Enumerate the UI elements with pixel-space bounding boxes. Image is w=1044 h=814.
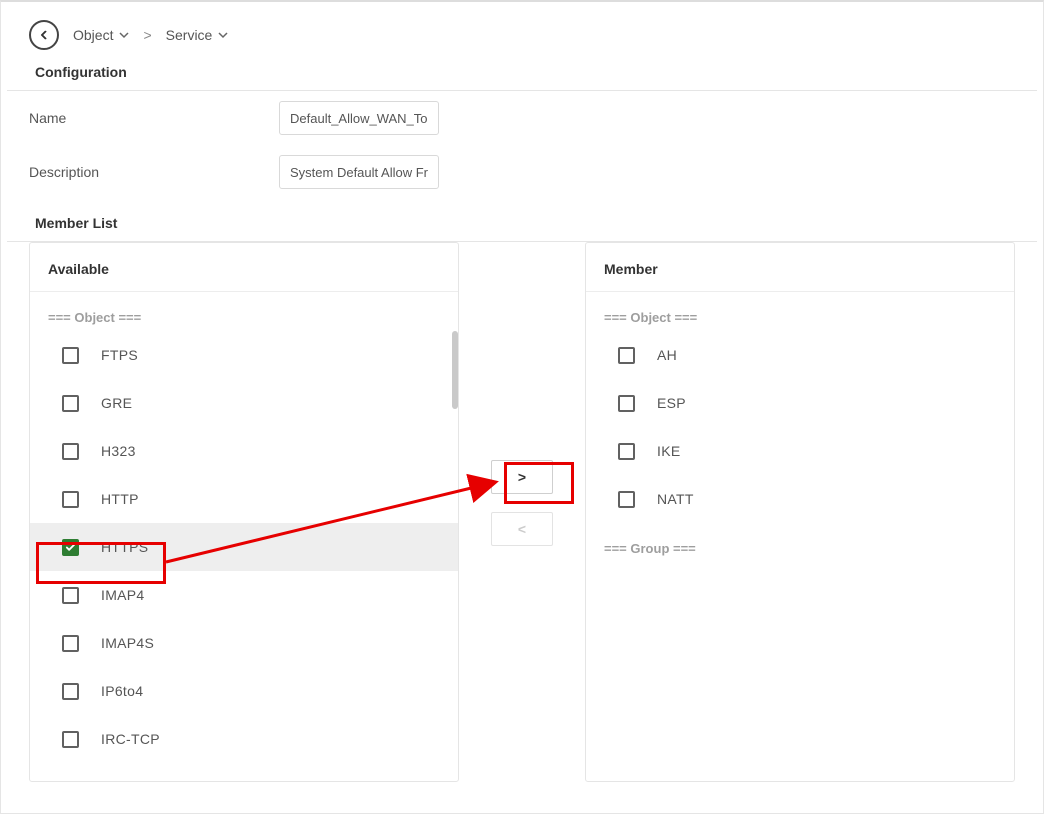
item-label: ESP [657, 395, 686, 411]
checkbox[interactable] [62, 683, 79, 700]
list-item[interactable]: GRE [30, 379, 458, 427]
chevron-right-icon: > [518, 469, 526, 485]
list-item[interactable]: ESP [586, 379, 1014, 427]
list-item[interactable]: AH [586, 331, 1014, 379]
list-item[interactable]: NATT [586, 475, 1014, 523]
arrow-left-icon [37, 28, 51, 42]
list-item[interactable]: IMAP4 [30, 571, 458, 619]
checkbox[interactable] [618, 491, 635, 508]
section-configuration-title: Configuration [7, 64, 1037, 91]
checkbox[interactable] [62, 491, 79, 508]
member-group-label-2: === Group === [586, 523, 1014, 562]
back-button[interactable] [29, 20, 59, 50]
name-label: Name [29, 110, 279, 126]
member-title: Member [586, 243, 1014, 292]
checkbox[interactable] [618, 395, 635, 412]
list-item[interactable]: IRC-TCP [30, 715, 458, 763]
scrollbar[interactable] [452, 331, 458, 409]
checkbox[interactable] [62, 587, 79, 604]
description-label: Description [29, 164, 279, 180]
item-label: NATT [657, 491, 694, 507]
available-title: Available [30, 243, 458, 292]
crumb-service-label: Service [166, 27, 213, 43]
list-item[interactable]: HTTP [30, 475, 458, 523]
chevron-left-icon: < [518, 521, 526, 537]
list-item[interactable]: H323 [30, 427, 458, 475]
breadcrumb: Object > Service [1, 2, 1043, 64]
item-label: HTTP [101, 491, 139, 507]
crumb-object-label: Object [73, 27, 113, 43]
member-panel: Member === Object === AH ESP IKE NATT ==… [585, 242, 1015, 782]
list-item[interactable]: FTPS [30, 331, 458, 379]
checkbox[interactable] [62, 443, 79, 460]
list-item[interactable]: IP6to4 [30, 667, 458, 715]
item-label: IKE [657, 443, 680, 459]
list-item[interactable]: IMAP4S [30, 619, 458, 667]
check-icon [65, 542, 76, 553]
row-description: Description [1, 145, 1043, 199]
transfer-layout: Available === Object === FTPS GRE H323 [1, 242, 1043, 806]
crumb-separator: > [143, 27, 151, 43]
item-label: H323 [101, 443, 136, 459]
checkbox[interactable] [62, 347, 79, 364]
item-label: IP6to4 [101, 683, 143, 699]
chevron-down-icon [218, 30, 228, 40]
item-label: AH [657, 347, 677, 363]
chevron-down-icon [119, 30, 129, 40]
item-label: IMAP4 [101, 587, 145, 603]
add-button[interactable]: > [491, 460, 553, 494]
checkbox[interactable] [62, 731, 79, 748]
item-label: FTPS [101, 347, 138, 363]
checkbox[interactable] [618, 443, 635, 460]
item-label: HTTPS [101, 539, 148, 555]
transfer-buttons: > < [477, 460, 567, 546]
crumb-service[interactable]: Service [166, 27, 229, 43]
row-name: Name [1, 91, 1043, 145]
checkbox[interactable] [62, 635, 79, 652]
list-item[interactable]: IKE [586, 427, 1014, 475]
list-item-selected[interactable]: HTTPS [30, 523, 458, 571]
checkbox[interactable] [62, 395, 79, 412]
available-group-label: === Object === [30, 292, 458, 331]
available-panel: Available === Object === FTPS GRE H323 [29, 242, 459, 782]
available-list: FTPS GRE H323 HTTP H [30, 331, 458, 763]
item-label: IMAP4S [101, 635, 154, 651]
member-group-label: === Object === [586, 292, 1014, 331]
crumb-object[interactable]: Object [73, 27, 129, 43]
section-memberlist-title: Member List [7, 199, 1037, 242]
name-input[interactable] [279, 101, 439, 135]
item-label: IRC-TCP [101, 731, 160, 747]
checkbox[interactable] [618, 347, 635, 364]
description-input[interactable] [279, 155, 439, 189]
remove-button[interactable]: < [491, 512, 553, 546]
checkbox-checked[interactable] [62, 539, 79, 556]
item-label: GRE [101, 395, 132, 411]
